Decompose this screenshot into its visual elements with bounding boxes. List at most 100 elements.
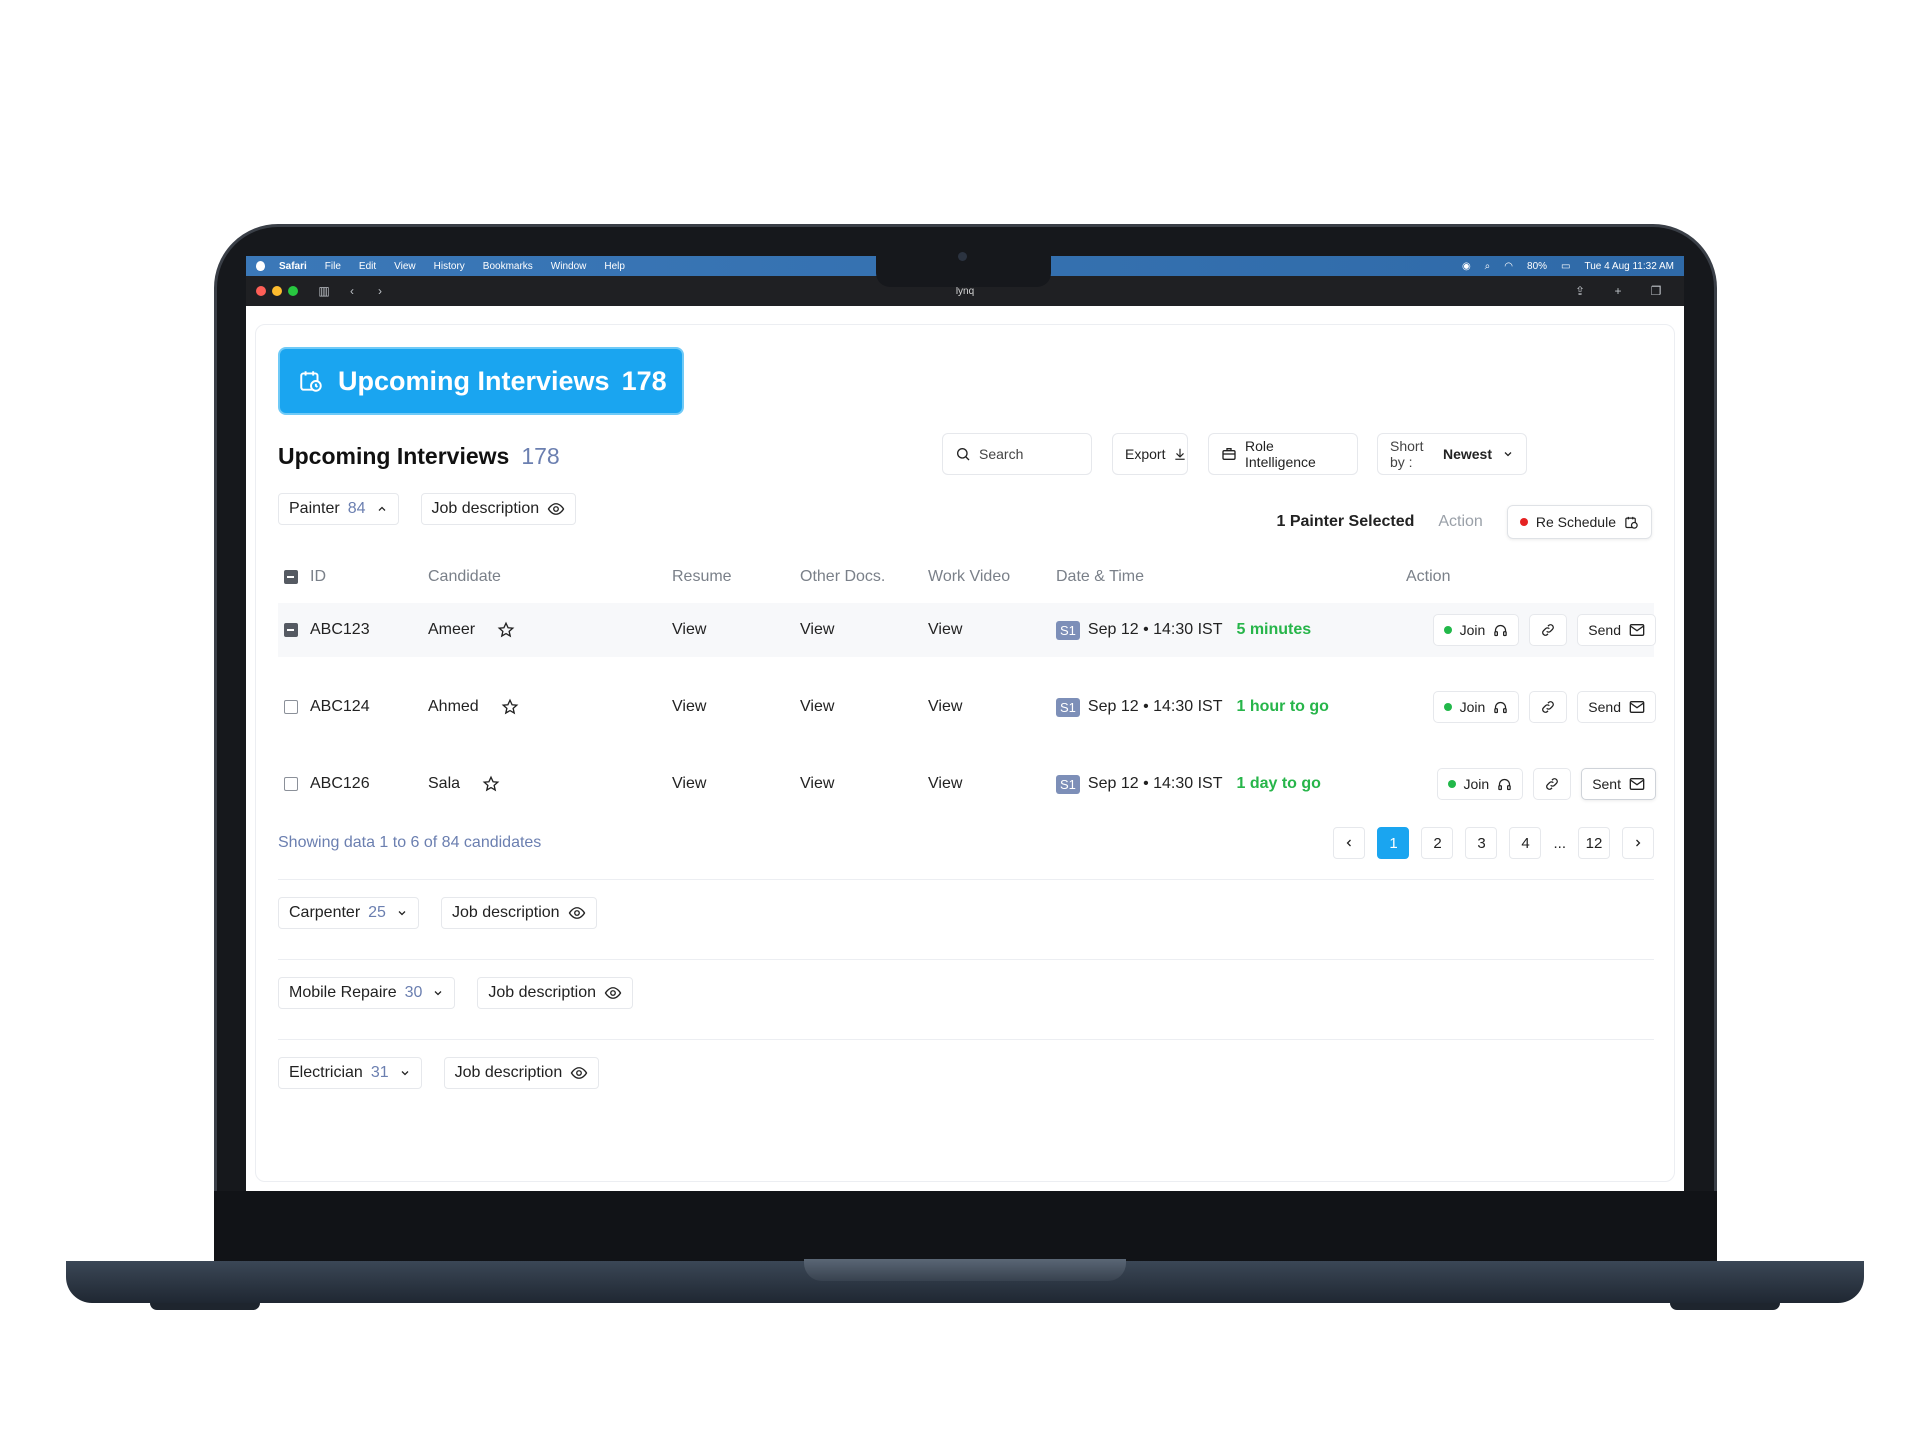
role-intelligence-button[interactable]: Role Intelligence: [1208, 433, 1358, 475]
calendar-clock-icon: [1625, 516, 1638, 529]
apple-icon[interactable]: [256, 261, 265, 271]
control-center-icon[interactable]: ◉: [1462, 261, 1471, 272]
hero-title: Upcoming Interviews: [338, 365, 610, 396]
work-video-link[interactable]: View: [928, 621, 1056, 639]
copy-link-button[interactable]: [1529, 614, 1568, 646]
eye-icon: [568, 907, 585, 919]
status-dot: [1519, 518, 1528, 526]
slot-badge: S1: [1056, 697, 1080, 717]
candidate-name: Sala: [428, 775, 461, 792]
chevron-down-icon: [1504, 452, 1512, 457]
back-icon[interactable]: ‹: [342, 282, 362, 300]
last-page-button[interactable]: 12: [1578, 827, 1610, 859]
live-dot: [1443, 703, 1452, 711]
menu-bookmarks[interactable]: Bookmarks: [483, 261, 533, 272]
minimize-window-button[interactable]: [272, 286, 282, 296]
new-tab-icon[interactable]: +: [1608, 282, 1628, 300]
candidate-id: ABC124: [310, 698, 370, 715]
menu-file[interactable]: File: [325, 261, 341, 272]
join-button[interactable]: Join: [1432, 691, 1520, 723]
select-all-checkbox[interactable]: [284, 570, 298, 584]
page-button[interactable]: 2: [1421, 827, 1454, 859]
zoom-window-button[interactable]: [288, 286, 298, 296]
tab-overview-icon[interactable]: ❐: [1646, 282, 1666, 300]
join-button[interactable]: Join: [1432, 614, 1520, 646]
menu-history[interactable]: History: [434, 261, 465, 272]
job-description-button[interactable]: Job description: [420, 493, 577, 525]
spotlight-icon[interactable]: ⌕: [1485, 261, 1491, 272]
divider: [278, 1039, 1654, 1040]
join-button[interactable]: Join: [1436, 768, 1524, 800]
resume-link[interactable]: View: [672, 621, 800, 639]
page-ellipsis: ...: [1553, 834, 1566, 852]
job-description-button[interactable]: Job description: [443, 1057, 600, 1089]
table-row[interactable]: ABC123 Ameer View View View S1 Sep 12 • …: [278, 603, 1656, 657]
table-row[interactable]: ABC124 Ahmed View View View S1 Sep 12 • …: [278, 680, 1656, 734]
wifi-icon[interactable]: ◠: [1504, 261, 1513, 272]
prev-page-button[interactable]: [1333, 827, 1366, 859]
forward-icon[interactable]: ›: [370, 282, 390, 300]
calendar-clock-icon: [300, 371, 322, 392]
chevron-down-icon: [398, 911, 406, 916]
send-button[interactable]: Send: [1577, 691, 1656, 723]
star-icon[interactable]: [497, 621, 515, 639]
camera: [958, 252, 967, 261]
page-button[interactable]: 4: [1509, 827, 1542, 859]
sort-dropdown[interactable]: Short by : Newest: [1377, 433, 1527, 475]
other-docs-link[interactable]: View: [800, 698, 928, 716]
share-icon[interactable]: ⇪: [1570, 282, 1590, 300]
copy-link-button[interactable]: [1529, 691, 1568, 723]
row-checkbox[interactable]: [284, 777, 298, 791]
link-icon: [1542, 701, 1555, 713]
menu-view[interactable]: View: [394, 261, 416, 272]
reschedule-button[interactable]: Re Schedule: [1506, 505, 1652, 539]
live-dot: [1447, 780, 1456, 788]
search-input[interactable]: Search: [942, 433, 1092, 475]
resume-link[interactable]: View: [672, 775, 800, 793]
menu-window[interactable]: Window: [551, 261, 587, 272]
job-description-button[interactable]: Job description: [477, 977, 634, 1009]
page-button[interactable]: 3: [1465, 827, 1498, 859]
other-docs-link[interactable]: View: [800, 775, 928, 793]
menu-edit[interactable]: Edit: [359, 261, 376, 272]
star-icon[interactable]: [501, 698, 519, 716]
row-checkbox[interactable]: [284, 623, 298, 637]
work-video-link[interactable]: View: [928, 775, 1056, 793]
address-bar[interactable]: lynq: [956, 286, 974, 297]
menubar-clock[interactable]: Tue 4 Aug 11:32 AM: [1584, 261, 1674, 272]
candidates-table: ID Candidate Resume Other Docs. Work Vid…: [278, 551, 1656, 834]
close-window-button[interactable]: [256, 286, 266, 296]
action-menu[interactable]: Action: [1438, 513, 1482, 531]
group-toggle-painter[interactable]: Painter 84: [278, 493, 399, 525]
resume-link[interactable]: View: [672, 698, 800, 716]
laptop-foot-left: [150, 1303, 260, 1310]
link-icon: [1542, 624, 1555, 636]
reschedule-label: Re Schedule: [1535, 514, 1616, 530]
group-toggle-carpenter[interactable]: Carpenter 25: [278, 897, 419, 929]
menu-app[interactable]: Safari: [279, 261, 307, 272]
sidebar-toggle-icon[interactable]: ▥: [314, 282, 334, 300]
battery-percent[interactable]: 80%: [1527, 261, 1547, 272]
job-description-button[interactable]: Job description: [440, 897, 597, 929]
export-button[interactable]: Export: [1112, 433, 1188, 475]
battery-icon[interactable]: ▭: [1561, 261, 1570, 272]
headset-icon: [1494, 701, 1508, 713]
send-button[interactable]: Send: [1577, 614, 1656, 646]
sent-button[interactable]: Sent: [1581, 768, 1656, 800]
row-checkbox[interactable]: [284, 700, 298, 714]
work-video-link[interactable]: View: [928, 698, 1056, 716]
slot-badge: S1: [1056, 774, 1080, 794]
star-icon[interactable]: [482, 775, 500, 793]
page-button[interactable]: 1: [1377, 827, 1410, 859]
other-docs-link[interactable]: View: [800, 621, 928, 639]
group-toggle-mobile-repair[interactable]: Mobile Repaire 30: [278, 977, 456, 1009]
mail-icon: [1629, 624, 1645, 636]
group-toggle-electrician[interactable]: Electrician 31: [278, 1057, 422, 1089]
next-page-button[interactable]: [1622, 827, 1654, 859]
group-name: Carpenter: [289, 904, 361, 921]
eye-icon: [547, 503, 565, 515]
table-row[interactable]: ABC126 Sala View View View S1 Sep 12 • 1…: [278, 757, 1656, 811]
menu-help[interactable]: Help: [604, 261, 625, 272]
copy-link-button[interactable]: [1533, 768, 1572, 800]
time-remaining: 5 minutes: [1236, 621, 1312, 638]
